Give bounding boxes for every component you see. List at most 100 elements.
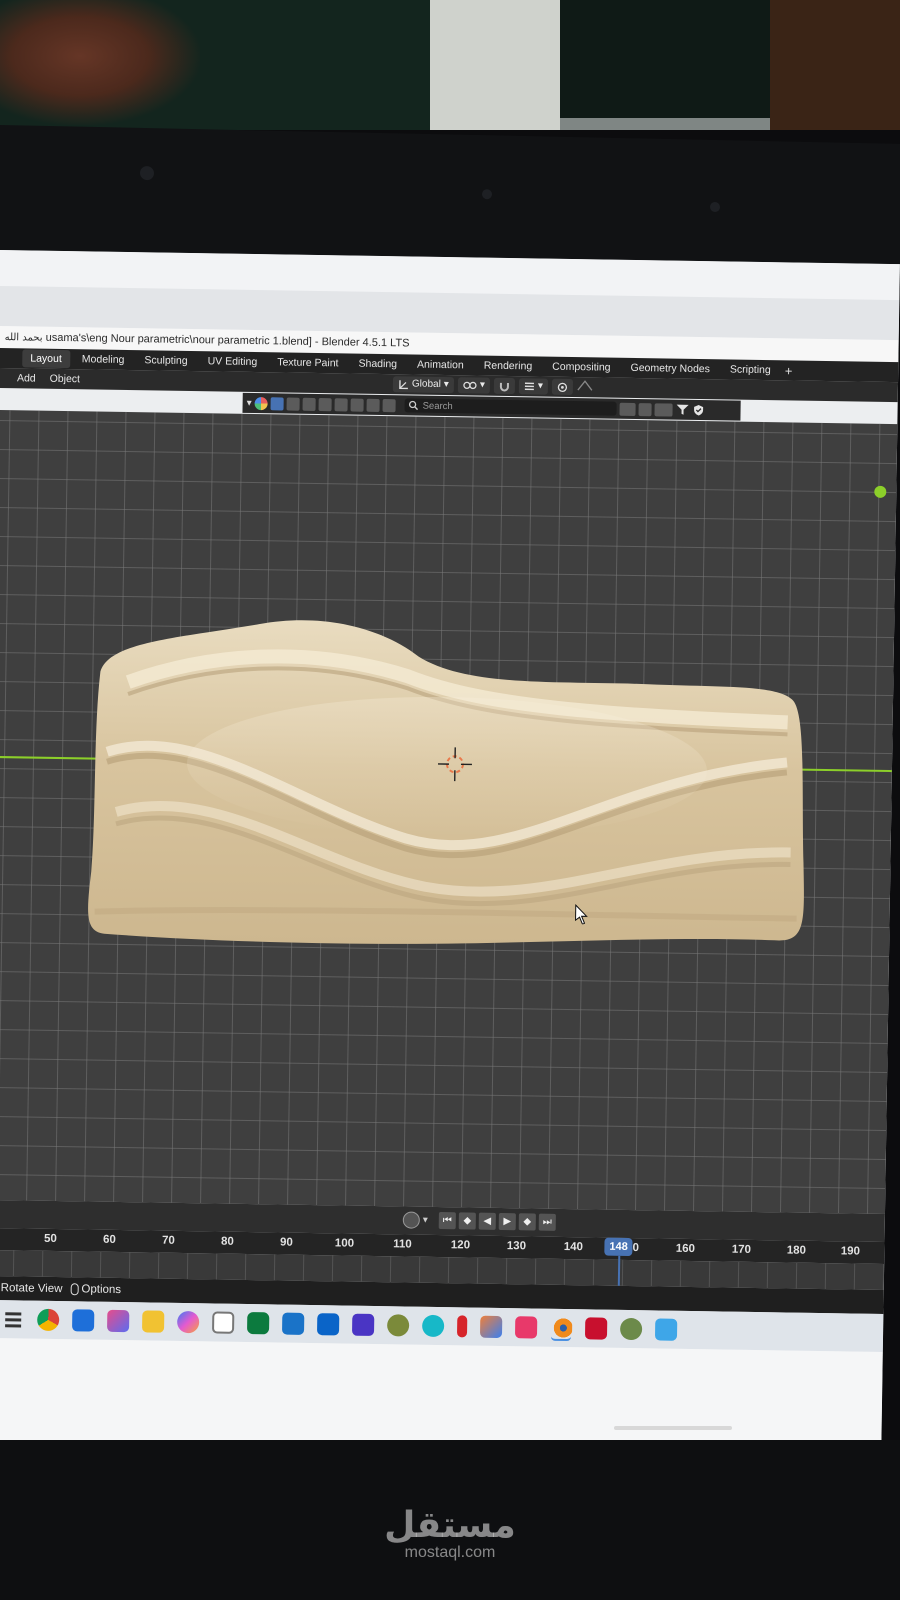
falloff-icon[interactable] xyxy=(577,378,593,396)
current-frame-indicator[interactable]: 148 xyxy=(604,1237,633,1257)
keying-button[interactable] xyxy=(402,1211,420,1229)
search-icon xyxy=(409,400,419,411)
task-view-icon[interactable] xyxy=(2,1308,25,1331)
color-wheel-icon[interactable] xyxy=(254,396,268,410)
tab-shading[interactable]: Shading xyxy=(350,355,405,374)
frame-tick: 60 xyxy=(102,1233,116,1246)
link-icon xyxy=(463,381,477,390)
3d-cursor-icon[interactable] xyxy=(437,747,473,782)
transform-orientation-label: Global xyxy=(411,378,441,390)
orientation-icon xyxy=(399,379,408,389)
watermark-latin: mostaql.com xyxy=(404,1544,496,1561)
app-blue-icon[interactable] xyxy=(654,1318,678,1341)
outlook-icon[interactable] xyxy=(316,1313,340,1336)
navigation-gizmo-y-axis[interactable] xyxy=(874,485,887,498)
mouse-pointer-icon xyxy=(575,904,588,925)
tab-geometry-nodes[interactable]: Geometry Nodes xyxy=(622,359,718,378)
proportional-editing-toggle[interactable] xyxy=(551,378,574,396)
chevron-down-icon[interactable]: ▾ xyxy=(423,1215,428,1226)
3d-viewport[interactable] xyxy=(0,409,898,1215)
tab-compositing[interactable]: Compositing xyxy=(544,358,619,377)
wooden-panel xyxy=(770,0,900,130)
play-reverse-icon[interactable]: ◀ xyxy=(478,1212,496,1230)
jump-end-icon[interactable]: ⏭ xyxy=(538,1213,556,1231)
pivot-point-dropdown[interactable]: ▾ xyxy=(457,377,491,394)
frame-tick: 130 xyxy=(506,1240,527,1253)
frame-tick: 90 xyxy=(279,1236,293,1249)
watermark: مستقل mostaql.com xyxy=(0,1508,900,1562)
calendar-app-icon[interactable] xyxy=(584,1317,608,1340)
transform-orientation-dropdown[interactable]: Global ▾ xyxy=(392,376,454,394)
sensor-dot xyxy=(710,201,720,213)
snap-target-dropdown[interactable]: ▾ xyxy=(518,378,549,395)
camera-dot xyxy=(140,165,154,181)
parametric-wave-mesh[interactable] xyxy=(84,611,809,962)
app-shield-icon[interactable] xyxy=(386,1314,410,1337)
blender-icon[interactable] xyxy=(549,1316,573,1340)
home-indicator xyxy=(614,1426,732,1430)
object-type-icon[interactable] xyxy=(302,397,316,411)
display-mode-icon[interactable] xyxy=(619,402,636,416)
tab-texture-paint[interactable]: Texture Paint xyxy=(269,353,347,372)
transform-tools: Global ▾ ▾ ▾ xyxy=(392,375,593,396)
laptop-screen: بحمد الله usama's\eng Nour parametric\no… xyxy=(0,250,900,1464)
frame-tick: 110 xyxy=(393,1238,412,1251)
chrome-icon[interactable] xyxy=(37,1308,60,1332)
filter-icon[interactable] xyxy=(676,404,690,416)
camera-lens xyxy=(482,189,492,200)
paint-icon[interactable] xyxy=(479,1315,503,1339)
menu-object[interactable]: Object xyxy=(43,373,88,386)
canva-icon[interactable] xyxy=(421,1314,445,1338)
chevron-down-icon[interactable]: ▾ xyxy=(247,397,252,408)
frame-tick: 70 xyxy=(161,1234,175,1247)
camera-icon[interactable] xyxy=(350,398,364,412)
app-icon[interactable] xyxy=(107,1309,130,1333)
chevron-down-icon: ▾ xyxy=(443,378,449,391)
rotate-view-label: Rotate View xyxy=(0,1282,63,1296)
tab-layout[interactable]: Layout xyxy=(22,349,70,369)
app-purple-icon[interactable] xyxy=(351,1313,375,1337)
snipping-tool-icon[interactable] xyxy=(514,1316,538,1339)
frame-tick: 120 xyxy=(450,1239,471,1252)
select-box-icon[interactable] xyxy=(270,396,284,410)
tab-uv-editing[interactable]: UV Editing xyxy=(199,352,265,371)
app-window-icon[interactable] xyxy=(281,1312,305,1335)
add-workspace-button[interactable]: + xyxy=(785,363,793,378)
menu-add[interactable]: Add xyxy=(10,372,43,385)
image-icon[interactable] xyxy=(334,397,348,411)
chevron-down-icon: ▾ xyxy=(537,380,544,392)
document-icon[interactable] xyxy=(382,398,396,412)
red-app-icon[interactable] xyxy=(456,1315,468,1338)
bookmark-icon[interactable] xyxy=(638,402,652,416)
window-title: usama's\eng Nour parametric\nour paramet… xyxy=(45,331,410,350)
tab-rendering[interactable]: Rendering xyxy=(476,356,541,375)
microsoft-store-icon[interactable] xyxy=(212,1311,235,1334)
tab-scripting[interactable]: Scripting xyxy=(722,360,779,379)
wall-ornament xyxy=(0,0,200,125)
brush-icon[interactable] xyxy=(366,398,380,412)
increment-icon xyxy=(524,382,534,391)
store-icon[interactable] xyxy=(72,1309,95,1332)
play-icon[interactable]: ▶ xyxy=(498,1212,516,1231)
vpn-icon[interactable] xyxy=(619,1317,643,1341)
frame-tick: 50 xyxy=(43,1232,57,1246)
snap-toggle[interactable] xyxy=(493,377,516,395)
green-app-icon[interactable] xyxy=(247,1312,270,1335)
shield-check-icon[interactable] xyxy=(693,404,705,416)
status-rotate-view: Rotate View xyxy=(0,1282,63,1295)
jump-start-icon[interactable]: ⏮ xyxy=(438,1212,456,1230)
frame-tick: 180 xyxy=(786,1244,807,1257)
globe-icon[interactable] xyxy=(318,397,332,411)
outliner-view-icon[interactable] xyxy=(654,402,673,417)
copilot-icon[interactable] xyxy=(177,1310,200,1334)
frame-tick: 160 xyxy=(675,1242,696,1256)
frame-tick: 170 xyxy=(731,1243,752,1256)
next-keyframe-icon[interactable]: ◆ xyxy=(518,1213,536,1231)
prev-keyframe-icon[interactable]: ◆ xyxy=(458,1212,476,1230)
outliner-search-input[interactable]: Search xyxy=(404,398,617,416)
tab-modeling[interactable]: Modeling xyxy=(74,350,133,369)
file-explorer-icon[interactable] xyxy=(142,1310,165,1333)
sphere-icon[interactable] xyxy=(286,397,300,411)
tab-sculpting[interactable]: Sculpting xyxy=(136,351,195,370)
tab-animation[interactable]: Animation xyxy=(409,355,472,374)
